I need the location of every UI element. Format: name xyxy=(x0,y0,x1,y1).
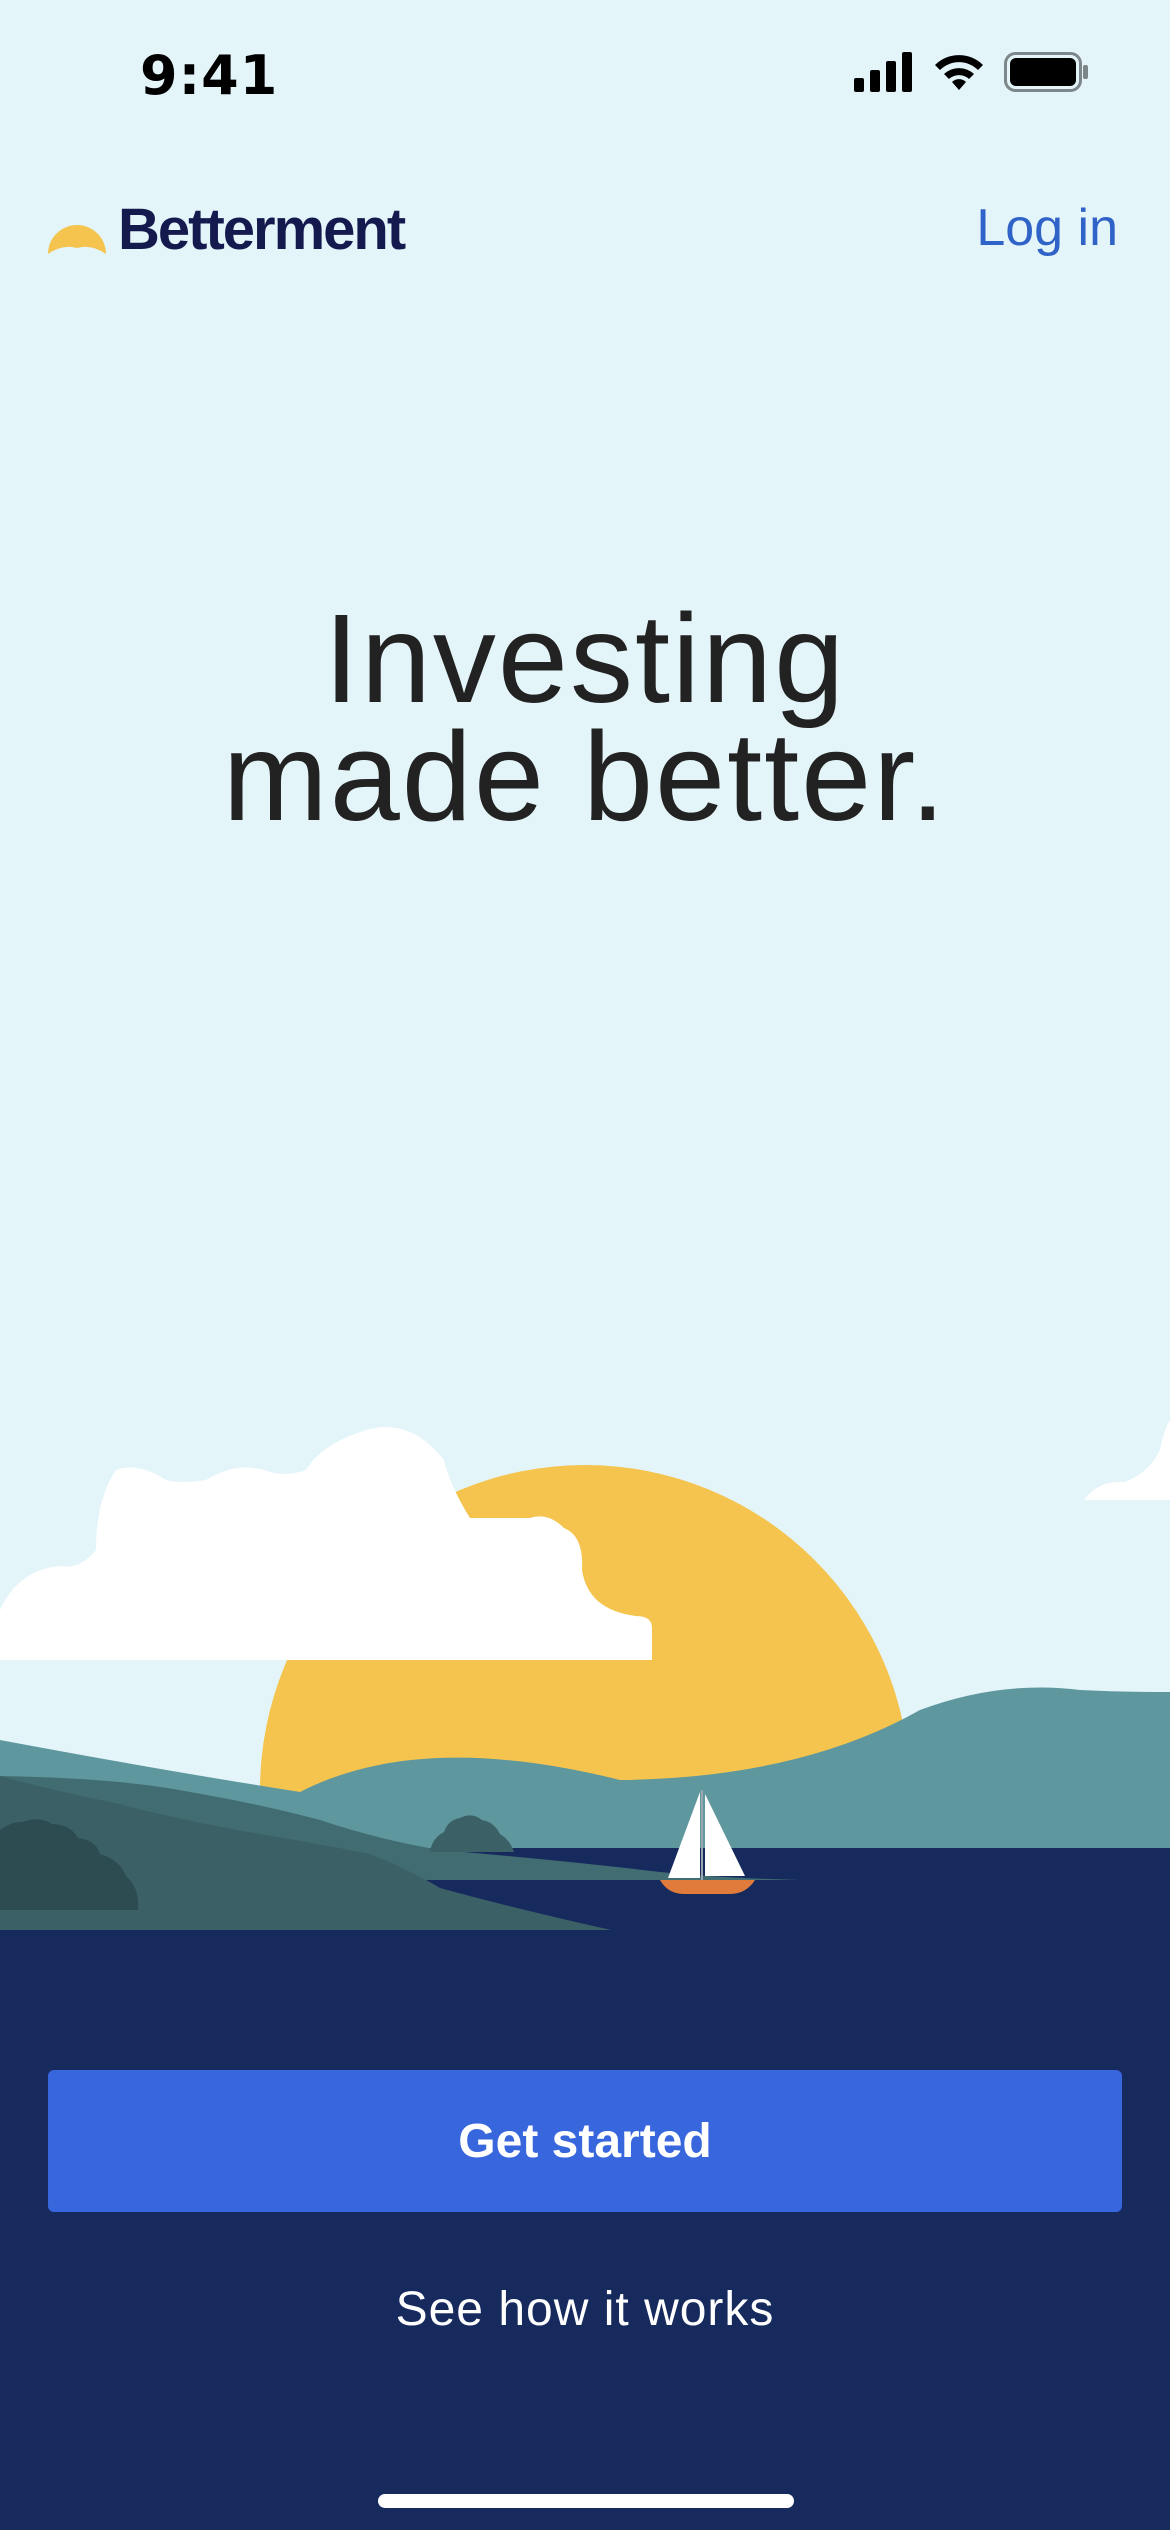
status-bar: 9:41 xyxy=(0,0,1170,150)
status-icons xyxy=(854,52,1090,92)
sun-logo-icon xyxy=(48,224,106,254)
sunset-illustration xyxy=(0,1420,1170,1940)
home-indicator[interactable] xyxy=(378,2494,794,2508)
login-link[interactable]: Log in xyxy=(976,198,1118,258)
bottom-panel xyxy=(0,1930,1170,2530)
status-time: 9:41 xyxy=(140,44,279,107)
hero-headline: Investing made better. xyxy=(0,588,1170,847)
wifi-icon xyxy=(935,55,983,90)
brand-logo: Betterment xyxy=(46,196,406,263)
get-started-button[interactable]: Get started xyxy=(48,2070,1122,2212)
headline-line-1: Investing xyxy=(323,588,847,729)
cloud-right xyxy=(1084,1420,1170,1500)
battery-icon xyxy=(1004,52,1088,92)
brand-name: Betterment xyxy=(118,197,406,262)
cloud-left xyxy=(0,1426,652,1660)
signal-icon xyxy=(854,52,912,92)
headline-line-2: made better. xyxy=(222,706,948,847)
app-header: Betterment Log in xyxy=(0,180,1170,270)
see-how-it-works-link[interactable]: See how it works xyxy=(0,2282,1170,2337)
